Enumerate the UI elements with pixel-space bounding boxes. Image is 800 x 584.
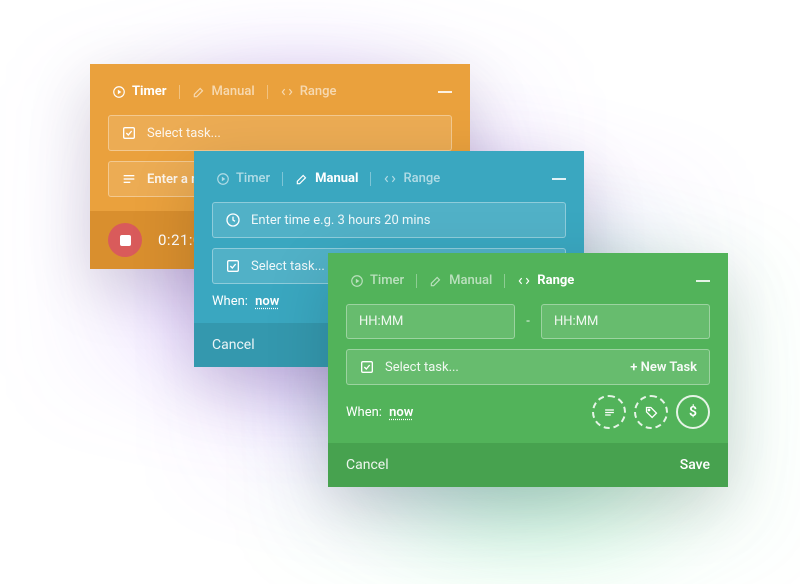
footer: Cancel Save [328,443,728,487]
tab-range[interactable]: Range [276,82,341,101]
tab-timer[interactable]: Timer [212,169,274,188]
tab-timer-label: Timer [236,171,270,186]
edit-icon [295,172,309,186]
tabs: Timer Manual Range [108,82,452,101]
tab-timer-label: Timer [370,273,404,288]
start-time-placeholder: HH:MM [359,314,502,329]
separator [370,172,371,186]
edit-icon [192,85,206,99]
minimize-button[interactable] [438,91,452,93]
dollar-icon: $ [689,404,697,420]
start-time-input[interactable]: HH:MM [346,304,515,339]
when-value: now [255,294,279,309]
note-lines-icon [602,405,617,420]
task-check-icon [359,359,375,375]
time-input[interactable]: Enter time e.g. 3 hours 20 mins [212,202,566,238]
tag-icon [644,405,659,420]
separator [282,172,283,186]
note-button[interactable] [592,395,626,429]
task-placeholder: Select task... [147,126,439,141]
tab-range[interactable]: Range [513,271,578,290]
range-arrows-icon [517,274,531,288]
range-arrows-icon [383,172,397,186]
play-circle-icon [216,172,230,186]
tab-timer[interactable]: Timer [346,271,408,290]
end-time-input[interactable]: HH:MM [541,304,710,339]
task-check-icon [121,125,137,141]
tabs: Timer Manual Range [346,271,710,290]
task-select[interactable]: Select task... [108,115,452,151]
tab-timer[interactable]: Timer [108,82,171,101]
task-select[interactable]: Select task... + New Task [346,349,710,385]
new-task-button[interactable]: + New Task [630,360,697,375]
cancel-button[interactable]: Cancel [346,457,389,473]
save-button[interactable]: Save [680,457,710,473]
tab-manual-label: Manual [315,171,358,186]
tag-button[interactable] [634,395,668,429]
task-check-icon [225,258,241,274]
separator [416,274,417,288]
stop-button[interactable] [108,223,142,257]
tab-manual[interactable]: Manual [188,82,259,101]
task-placeholder: Select task... [385,360,620,375]
tab-range-label: Range [300,84,337,99]
minimize-button[interactable] [552,178,566,180]
when-selector[interactable]: When: now [346,405,413,420]
end-time-placeholder: HH:MM [554,314,697,329]
when-label: When: [212,294,248,309]
tab-range-label: Range [537,273,574,288]
when-label: When: [346,405,382,420]
tab-timer-label: Timer [132,84,167,99]
range-card: Timer Manual Range HH:MM [328,253,728,487]
separator [179,85,180,99]
time-placeholder: Enter time e.g. 3 hours 20 mins [251,213,553,228]
when-value: now [389,405,413,420]
tabs: Timer Manual Range [212,169,566,188]
tab-manual-label: Manual [449,273,492,288]
minimize-button[interactable] [696,280,710,282]
tab-range[interactable]: Range [379,169,444,188]
cancel-button[interactable]: Cancel [212,337,255,353]
tab-range-label: Range [403,171,440,186]
play-circle-icon [350,274,364,288]
billable-button[interactable]: $ [676,395,710,429]
clock-icon [225,212,241,228]
tab-manual[interactable]: Manual [425,271,496,290]
tab-manual-label: Manual [212,84,255,99]
edit-icon [429,274,443,288]
play-circle-icon [112,85,126,99]
tab-manual[interactable]: Manual [291,169,362,188]
range-arrows-icon [280,85,294,99]
separator [504,274,505,288]
separator [267,85,268,99]
note-lines-icon [121,171,137,187]
range-dash: - [525,314,531,329]
